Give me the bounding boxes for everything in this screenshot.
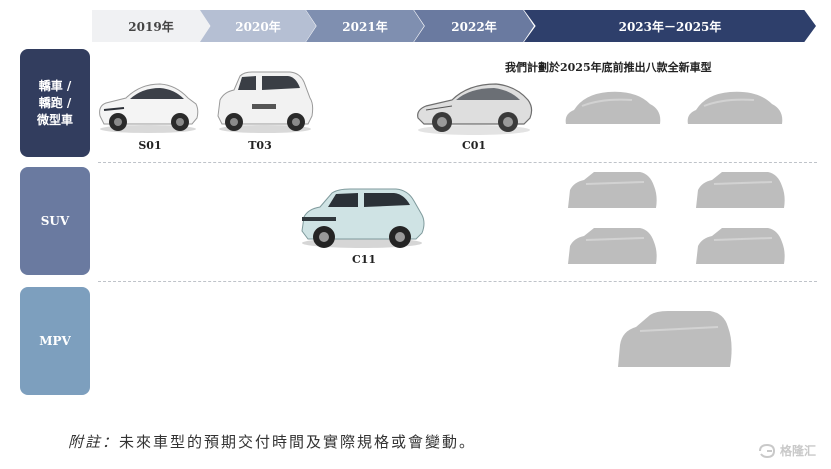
row-label-text: SUV	[40, 213, 70, 228]
row-divider	[98, 281, 817, 282]
covered-car-icon	[564, 224, 660, 270]
row-label-sedan: 轎車 / 轎跑 / 微型車	[20, 49, 90, 157]
timeline-stage-2022: 2022年	[414, 10, 534, 42]
timeline-stage-2021: 2021年	[306, 10, 424, 42]
car-s01-image	[96, 72, 200, 134]
covered-car-icon	[684, 86, 786, 130]
covered-car-icon	[562, 86, 664, 130]
row-label-suv: SUV	[20, 167, 90, 275]
car-label-s01: S01	[138, 139, 162, 152]
timeline-stage-label: 2020年	[235, 19, 281, 34]
car-label-c11: C11	[351, 253, 377, 266]
timeline-stage-label: 2022年	[451, 19, 497, 34]
timeline-stage-2023-2025: 2023年－2025年	[524, 10, 816, 42]
timeline-stage-2020: 2020年	[200, 10, 316, 42]
gelonghui-logo-icon	[759, 443, 776, 458]
footnote-text: 未來車型的預期交付時間及實際規格或會變動。	[119, 433, 477, 451]
row-label-text: MPV	[39, 333, 71, 348]
timeline-stage-label: 2019年	[128, 19, 174, 34]
plan-note: 我們計劃於2025年底前推出八款全新車型	[505, 61, 712, 74]
covered-car-icon	[692, 168, 788, 214]
row-label-mpv: MPV	[20, 287, 90, 395]
row-divider	[98, 162, 817, 163]
timeline-stage-label: 2021年	[342, 19, 388, 34]
row-label-text: 轎車 / 轎跑 / 微型車	[36, 78, 73, 127]
car-c11-image	[296, 185, 428, 249]
covered-car-icon	[564, 168, 660, 214]
car-t03-image	[212, 68, 318, 134]
watermark: 格隆汇	[758, 442, 816, 459]
car-label-t03: T03	[248, 139, 272, 152]
covered-car-icon	[692, 224, 788, 270]
car-label-c01: C01	[461, 139, 487, 152]
car-c01-image	[412, 76, 536, 136]
timeline-stage-2019: 2019年	[92, 10, 210, 42]
covered-car-icon	[614, 309, 736, 375]
footnote: 附註：未來車型的預期交付時間及實際規格或會變動。	[68, 431, 476, 452]
footnote-label: 附註：	[68, 433, 120, 451]
timeline-stage-label: 2023年－2025年	[618, 19, 722, 34]
watermark-text: 格隆汇	[780, 444, 817, 458]
